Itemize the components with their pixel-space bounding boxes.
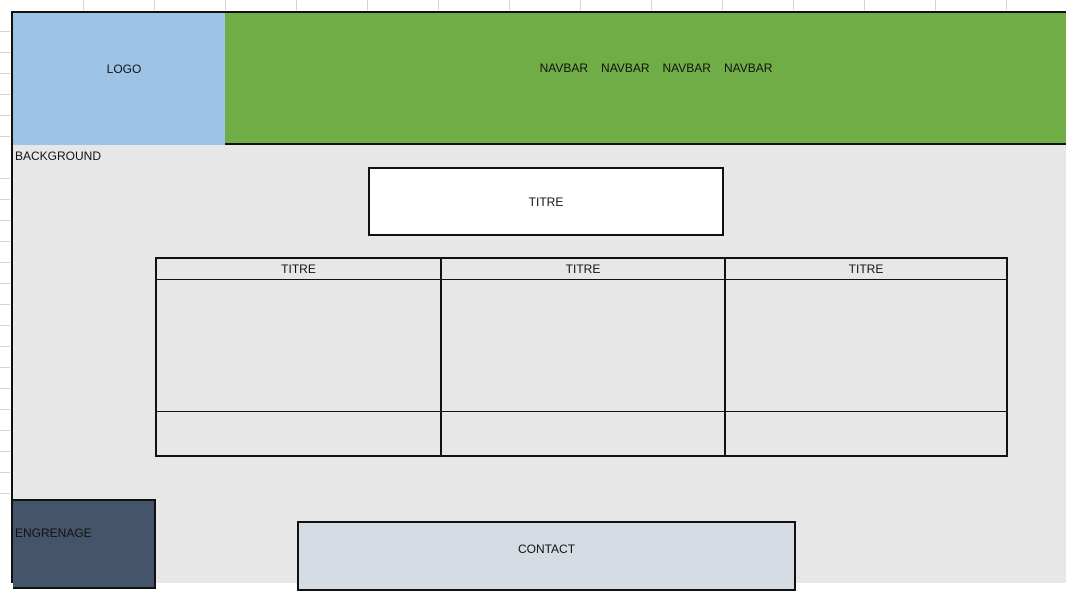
main-title-block: TITRE [368,167,724,236]
column-3: TITRE [724,259,1006,455]
column-title: TITRE [157,259,440,280]
background-label: BACKGROUND [15,149,102,163]
nav-item[interactable]: NAVBAR [540,61,588,75]
column-1: TITRE [157,259,440,455]
gear-label: ENGRENAGE [15,526,92,540]
contact-label: CONTACT [517,542,576,556]
nav-item[interactable]: NAVBAR [663,61,711,75]
navbar-block: NAVBAR NAVBAR NAVBAR NAVBAR [225,13,1066,145]
three-column-table: TITRE TITRE TITRE [155,257,1008,457]
sheet-row-ruler [0,0,11,583]
main-title-label: TITRE [528,194,564,209]
column-footer [442,412,724,455]
contact-block: CONTACT [297,521,796,591]
nav-item[interactable]: NAVBAR [724,61,772,75]
column-body [442,280,724,412]
logo-label: LOGO [106,62,142,76]
gear-block: ENGRENAGE [13,499,156,589]
nav-item[interactable]: NAVBAR [601,61,649,75]
column-body [726,280,1006,412]
nav-items: NAVBAR NAVBAR NAVBAR NAVBAR [540,61,773,75]
column-title-label: TITRE [848,262,884,276]
logo-block: LOGO [13,13,225,145]
column-title: TITRE [726,259,1006,280]
column-2: TITRE [440,259,724,455]
column-footer [157,412,440,455]
wireframe-canvas: LOGO NAVBAR NAVBAR NAVBAR NAVBAR BACKGRO… [11,11,1066,591]
column-body [157,280,440,412]
column-title: TITRE [442,259,724,280]
column-footer [726,412,1006,455]
sheet-column-ruler [0,0,1066,11]
column-title-label: TITRE [281,262,316,276]
column-title-label: TITRE [565,262,601,276]
